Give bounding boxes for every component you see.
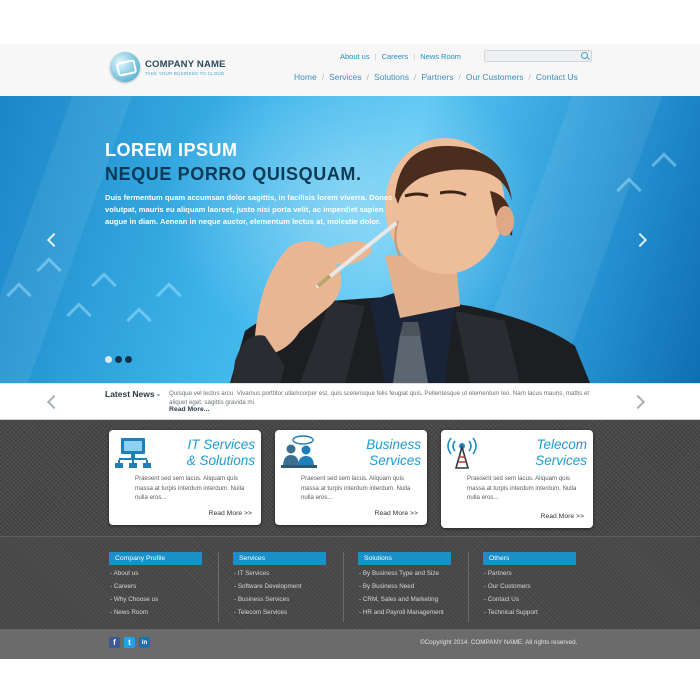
- nav-item-services[interactable]: Services: [329, 72, 362, 82]
- footer-link[interactable]: - Contact Us: [483, 595, 593, 604]
- footer-column-services: Services - IT Services - Software Develo…: [233, 552, 343, 617]
- footer-link[interactable]: - Technical Support: [483, 608, 593, 617]
- service-title-line: Services: [369, 453, 421, 468]
- linkedin-icon[interactable]: in: [139, 637, 150, 648]
- logo-icon[interactable]: [110, 52, 140, 82]
- footer-column-company: Company Profile - About us - Careers - W…: [109, 552, 219, 617]
- service-title-line: IT Services: [187, 437, 255, 452]
- footer-links: Company Profile - About us - Careers - W…: [0, 536, 700, 629]
- network-icon: [115, 438, 151, 468]
- footer-link[interactable]: - By Business Need: [358, 582, 468, 591]
- footer-link[interactable]: - By Business Type and Size: [358, 569, 468, 578]
- hero-slider: LOREM IPSUM NEQUE PORRO QUISQUAM. Duis f…: [0, 96, 700, 383]
- footer-link[interactable]: - News Room: [109, 608, 219, 617]
- service-card-title: Telecom Services: [535, 437, 587, 469]
- slider-prev-icon[interactable]: [44, 233, 58, 247]
- header: COMPANY NAME TAKE YOUR BUSINESS TO CLOUD…: [0, 44, 700, 96]
- facebook-icon[interactable]: f: [109, 637, 120, 648]
- twitter-icon[interactable]: t: [124, 637, 135, 648]
- slider-dot[interactable]: [125, 356, 132, 363]
- service-card-title: Business Services: [366, 437, 421, 469]
- service-title-line: & Solutions: [186, 453, 255, 468]
- footer-divider: [218, 552, 219, 622]
- service-card-it[interactable]: IT Services & Solutions Praesent sed sem…: [109, 430, 261, 525]
- news-label: Latest News -: [105, 389, 160, 399]
- service-card-text: Praesent sed sem lacus. Aliquam quis mas…: [135, 475, 245, 501]
- service-read-more-link[interactable]: Read More >>: [209, 510, 252, 517]
- business-people-icon: [281, 435, 317, 468]
- service-card-title: IT Services & Solutions: [187, 437, 255, 469]
- slider-dot[interactable]: [115, 356, 122, 363]
- search-input[interactable]: [484, 50, 592, 62]
- top-links: About us | Careers | News Room: [340, 52, 461, 61]
- footer-divider: [343, 552, 344, 622]
- footer-link[interactable]: - About us: [109, 569, 219, 578]
- top-link-separator: |: [374, 52, 377, 61]
- news-prev-icon[interactable]: [44, 395, 58, 409]
- footer-link[interactable]: - Software Development: [233, 582, 343, 591]
- service-title-line: Business: [366, 437, 421, 452]
- footer-column-others: Others - Partners - Our Customers - Cont…: [483, 552, 593, 617]
- company-tagline: TAKE YOUR BUSINESS TO CLOUD: [145, 71, 225, 76]
- service-card-text: Praesent sed sem lacus. Aliquam quis mas…: [301, 475, 411, 501]
- footer-divider: [468, 552, 469, 622]
- footer-column-heading: Solutions: [358, 552, 451, 565]
- footer-column-heading: Others: [483, 552, 576, 565]
- hero-body-text: Duis fermentum quam accumsan dolor sagit…: [105, 193, 393, 226]
- nav-separator: /: [414, 72, 417, 82]
- footer-link[interactable]: - Careers: [109, 582, 219, 591]
- footer-link[interactable]: - IT Services: [233, 569, 343, 578]
- slider-pagination: [105, 356, 132, 363]
- page: COMPANY NAME TAKE YOUR BUSINESS TO CLOUD…: [0, 0, 700, 700]
- nav-item-customers[interactable]: Our Customers: [466, 72, 524, 82]
- nav-item-partners[interactable]: Partners: [421, 72, 453, 82]
- hero-subtitle: NEQUE PORRO QUISQUAM.: [105, 164, 362, 184]
- services-section: IT Services & Solutions Praesent sed sem…: [0, 420, 700, 536]
- antenna-icon: [447, 437, 477, 469]
- nav-separator: /: [458, 72, 461, 82]
- copyright-text: ©Copyright 2014. COMPANY NAME. All right…: [420, 639, 578, 646]
- footer-link[interactable]: - CRM, Sales and Marketing: [358, 595, 468, 604]
- footer-bottom-bar: f t in ©Copyright 2014. COMPANY NAME. Al…: [0, 629, 700, 659]
- top-link-newsroom[interactable]: News Room: [420, 52, 461, 61]
- company-name[interactable]: COMPANY NAME: [145, 59, 226, 70]
- nav-separator: /: [528, 72, 531, 82]
- main-nav: Home / Services / Solutions / Partners / Our Cus…: [294, 72, 578, 82]
- footer-link[interactable]: - Telecom Services: [233, 608, 343, 617]
- footer-link[interactable]: - HR and Payroll Management: [358, 608, 468, 617]
- nav-item-solutions[interactable]: Solutions: [374, 72, 409, 82]
- top-link-separator: |: [413, 52, 416, 61]
- top-link-careers[interactable]: Careers: [382, 52, 409, 61]
- footer-link[interactable]: - Our Customers: [483, 582, 593, 591]
- nav-separator: /: [321, 72, 325, 82]
- slider-dot[interactable]: [105, 356, 112, 363]
- service-card-business[interactable]: Business Services Praesent sed sem lacus…: [275, 430, 427, 525]
- service-read-more-link[interactable]: Read More >>: [541, 513, 584, 520]
- nav-item-home[interactable]: Home: [294, 72, 317, 82]
- slider-next-icon[interactable]: [634, 233, 648, 247]
- top-link-about[interactable]: About us: [340, 52, 370, 61]
- latest-news-bar: Latest News - Quisque vel lectus arcu. V…: [0, 383, 700, 420]
- search-icon[interactable]: [581, 52, 588, 59]
- footer-column-heading: Services: [233, 552, 326, 565]
- service-read-more-link[interactable]: Read More >>: [375, 510, 418, 517]
- nav-item-contact[interactable]: Contact Us: [536, 72, 578, 82]
- footer-link[interactable]: - Business Services: [233, 595, 343, 604]
- nav-separator: /: [366, 72, 370, 82]
- footer-column-heading: Company Profile: [109, 552, 202, 565]
- service-title-line: Services: [535, 453, 587, 468]
- news-text: Quisque vel lectus arcu. Vivamus porttit…: [169, 390, 590, 406]
- service-title-line: Telecom: [536, 437, 587, 452]
- service-card-telecom[interactable]: Telecom Services Praesent sed sem lacus.…: [441, 430, 593, 528]
- news-next-icon[interactable]: [632, 395, 646, 409]
- footer-column-solutions: Solutions - By Business Type and Size - …: [358, 552, 468, 617]
- hero-title: LOREM IPSUM: [105, 140, 238, 160]
- news-read-more-link[interactable]: Read More...: [169, 406, 209, 413]
- footer-link[interactable]: - Partners: [483, 569, 593, 578]
- service-card-text: Praesent sed sem lacus. Aliquam quis mas…: [467, 475, 577, 501]
- footer-link[interactable]: - Why Choose us: [109, 595, 219, 604]
